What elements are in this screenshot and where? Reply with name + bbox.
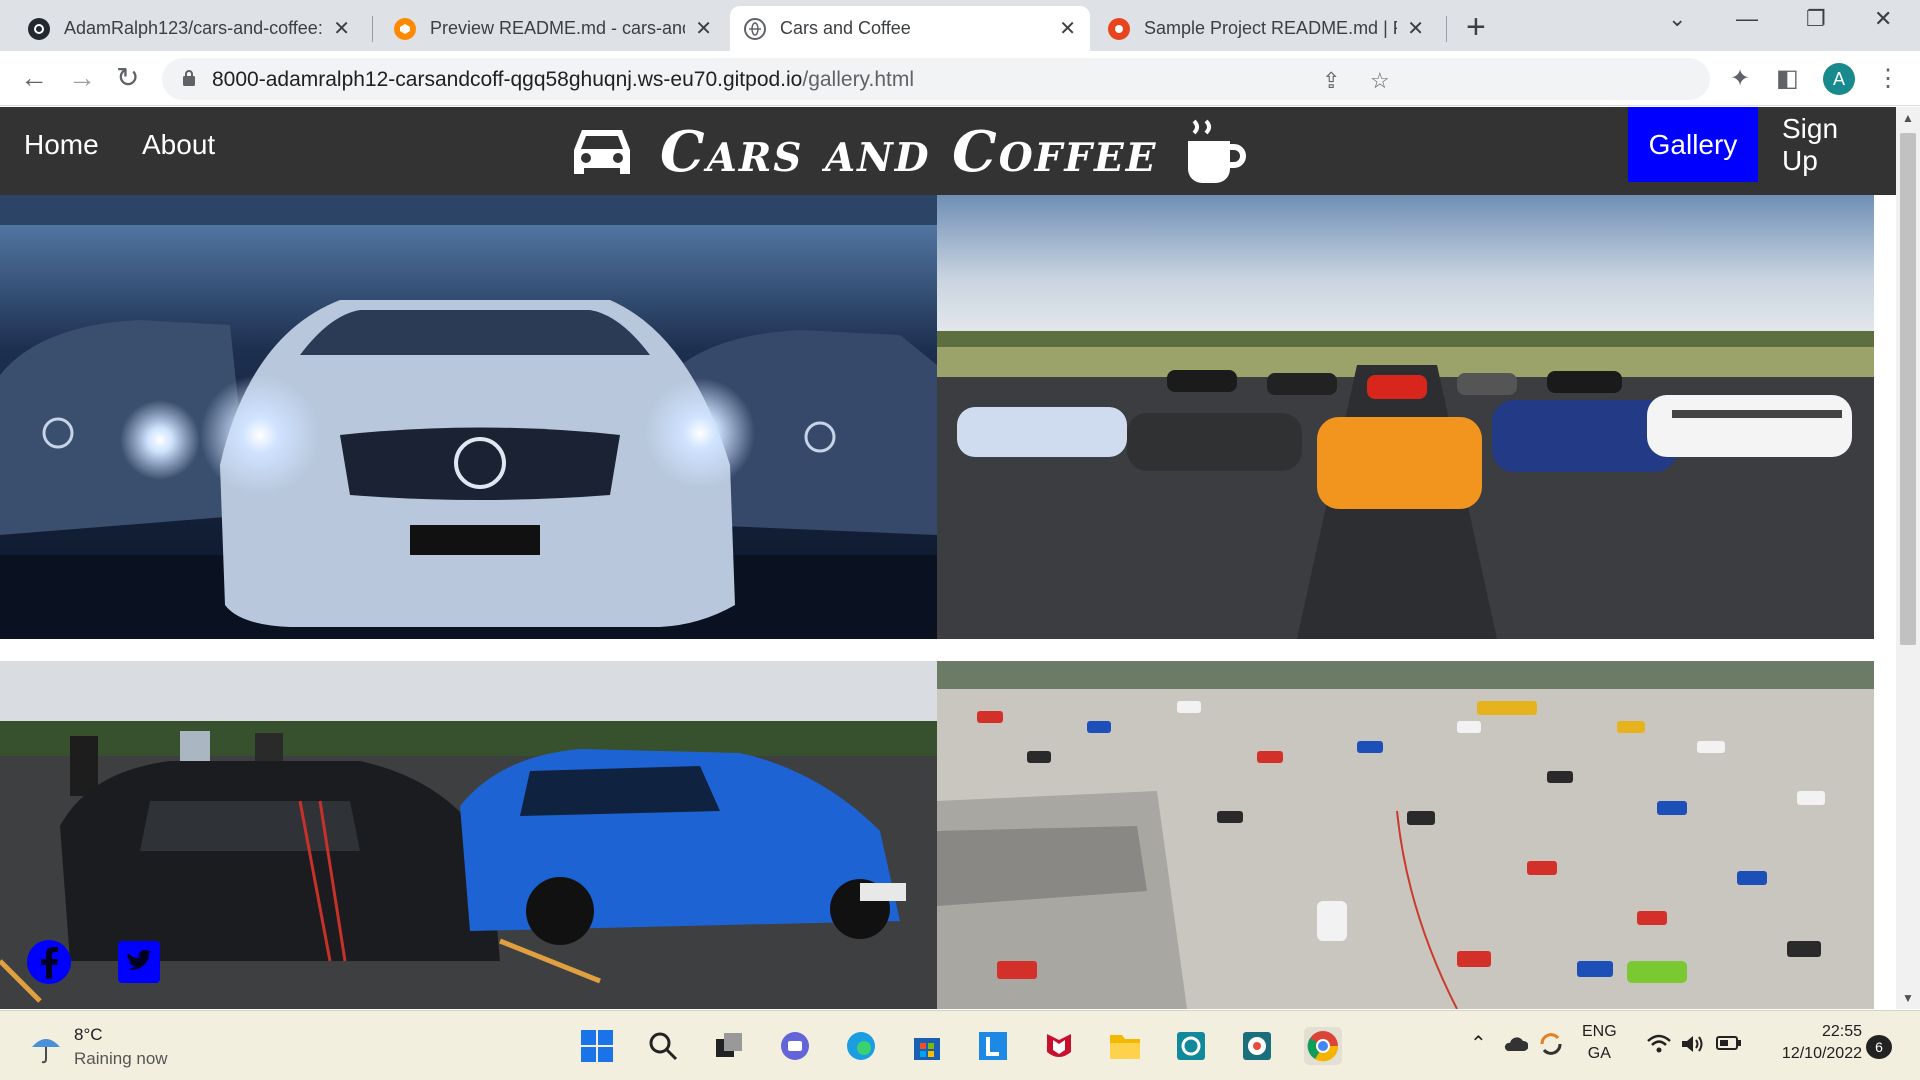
browser-toolbar: ← → ↻ 8000-adamralph12-carsandcoff-qgq58… xyxy=(0,51,1920,106)
url-host: 8000-adamralph12-carsandcoff-qgq58ghuqnj… xyxy=(212,68,803,91)
weather-temp: 8°C xyxy=(74,1025,103,1044)
new-tab-button[interactable]: + xyxy=(1466,8,1486,47)
web-page: Home About Cars and Coffee Gallery Sign … xyxy=(0,107,1896,1009)
windows-start-icon[interactable] xyxy=(578,1027,616,1065)
coffee-icon xyxy=(1187,119,1246,183)
back-icon[interactable]: ← xyxy=(20,63,48,93)
tab-gitpod-preview[interactable]: Preview README.md - cars-and- ✕ xyxy=(380,6,726,51)
mercedes-headlights-photo xyxy=(0,195,937,639)
minimize-icon[interactable]: — xyxy=(1736,6,1758,32)
forward-icon[interactable]: → xyxy=(68,63,96,93)
battery-icon[interactable] xyxy=(1716,1035,1742,1051)
browser-tabstrip: AdamRalph123/cars-and-coffee: ✕ Preview … xyxy=(0,0,1920,51)
microsoft-store-icon[interactable] xyxy=(908,1027,946,1065)
lang-bottom: GA xyxy=(1587,1045,1611,1062)
share-icon[interactable]: ⇪ xyxy=(1322,68,1340,94)
url-path: /gallery.html xyxy=(802,68,915,91)
clock[interactable]: 22:55 12/10/2022 xyxy=(1762,1023,1862,1063)
tab-search-icon[interactable]: ⌄ xyxy=(1668,6,1686,32)
car-meet-parking-lot-photo xyxy=(937,661,1874,1009)
rain-umbrella-icon xyxy=(32,1039,60,1064)
reload-icon[interactable]: ↻ xyxy=(116,63,139,93)
tab-separator xyxy=(1446,16,1447,42)
show-hidden-icons-icon[interactable]: ⌃ xyxy=(1470,1031,1487,1056)
bookmark-star-icon[interactable]: ☆ xyxy=(1370,68,1390,94)
tab-sample-readme[interactable]: Sample Project README.md | Por ✕ xyxy=(1094,6,1438,51)
address-bar[interactable]: 8000-adamralph12-carsandcoff-qgq58ghuqnj… xyxy=(162,58,1710,100)
scroll-up-icon[interactable]: ▲ xyxy=(1902,111,1914,125)
volume-icon[interactable] xyxy=(1680,1033,1706,1055)
url-text: 8000-adamralph12-carsandcoff-qgq58ghuqnj… xyxy=(212,68,914,92)
nav-gallery[interactable]: Gallery xyxy=(1628,107,1758,182)
chrome-icon[interactable] xyxy=(1304,1027,1342,1065)
brand-title: Cars and Coffee xyxy=(660,119,1158,185)
car-icon xyxy=(574,130,630,174)
clock-time: 22:55 xyxy=(1821,1023,1862,1040)
nav-sign-up[interactable]: Sign Up xyxy=(1758,107,1896,182)
gallery-grid xyxy=(0,195,1896,1009)
onedrive-icon[interactable] xyxy=(1502,1035,1528,1053)
l-app-icon[interactable] xyxy=(974,1027,1012,1065)
tab-title: Cars and Coffee xyxy=(780,18,911,38)
menu-dots-icon[interactable]: ⋮ xyxy=(1876,64,1900,93)
portfolio-icon xyxy=(1108,17,1130,40)
site-navbar: Home About Cars and Coffee Gallery Sign … xyxy=(0,107,1896,195)
sync-icon[interactable] xyxy=(1538,1031,1564,1057)
tab-github[interactable]: AdamRalph123/cars-and-coffee: ✕ xyxy=(14,6,364,51)
gitpod-icon xyxy=(394,17,416,40)
tab-separator xyxy=(372,16,373,42)
lock-icon xyxy=(183,70,195,86)
weather-desc: Raining now xyxy=(74,1049,168,1068)
scrollbar-thumb[interactable] xyxy=(1900,133,1916,645)
wifi-icon[interactable] xyxy=(1646,1033,1672,1055)
nav-about[interactable]: About xyxy=(118,107,239,182)
task-view-icon[interactable] xyxy=(710,1027,748,1065)
twitter-icon[interactable] xyxy=(116,939,162,985)
tab-title: Preview README.md - cars-and- xyxy=(430,18,686,38)
teams-chat-icon[interactable] xyxy=(776,1027,814,1065)
github-icon xyxy=(28,17,50,40)
close-icon[interactable]: ✕ xyxy=(1059,16,1076,41)
site-brand[interactable]: Cars and Coffee xyxy=(570,117,1246,187)
lang-top: ENG xyxy=(1582,1023,1617,1040)
close-icon[interactable]: ✕ xyxy=(695,16,712,41)
clock-date: 12/10/2022 xyxy=(1781,1045,1862,1062)
tab-cars-and-coffee[interactable]: Cars and Coffee ✕ xyxy=(730,6,1090,51)
extensions-icon[interactable]: ✦ xyxy=(1730,64,1750,93)
notification-badge[interactable]: 6 xyxy=(1866,1035,1892,1059)
file-explorer-icon[interactable] xyxy=(1106,1027,1144,1065)
supercars-runway-photo xyxy=(937,195,1874,639)
mcafee-icon[interactable] xyxy=(1040,1027,1078,1065)
weather-widget[interactable]: 8°C Raining now xyxy=(28,1025,168,1069)
close-icon[interactable]: ✕ xyxy=(1407,16,1424,41)
side-panel-icon[interactable]: ◧ xyxy=(1776,64,1799,93)
restore-icon[interactable]: ❐ xyxy=(1806,6,1826,32)
close-icon[interactable]: ✕ xyxy=(333,16,350,41)
close-window-icon[interactable]: ✕ xyxy=(1874,6,1892,32)
tab-title: AdamRalph123/cars-and-coffee: xyxy=(64,18,323,38)
tab-title: Sample Project README.md | Por xyxy=(1144,18,1398,38)
cortana-icon[interactable] xyxy=(1172,1027,1210,1065)
scroll-down-icon[interactable]: ▼ xyxy=(1902,991,1914,1005)
nav-home[interactable]: Home xyxy=(0,107,123,182)
page-scrollbar[interactable]: ▲ ▼ xyxy=(1896,107,1920,1009)
edge-icon[interactable] xyxy=(842,1027,880,1065)
search-icon[interactable] xyxy=(644,1027,682,1065)
windows-taskbar: 8°C Raining now ⌃ ENG GA 22:55 12/10/202… xyxy=(0,1010,1920,1080)
profile-avatar[interactable]: A xyxy=(1823,63,1855,95)
photos-app-icon[interactable] xyxy=(1238,1027,1276,1065)
language-indicator[interactable]: ENG GA xyxy=(1582,1023,1617,1063)
facebook-icon[interactable] xyxy=(26,939,72,985)
globe-icon xyxy=(744,17,766,40)
